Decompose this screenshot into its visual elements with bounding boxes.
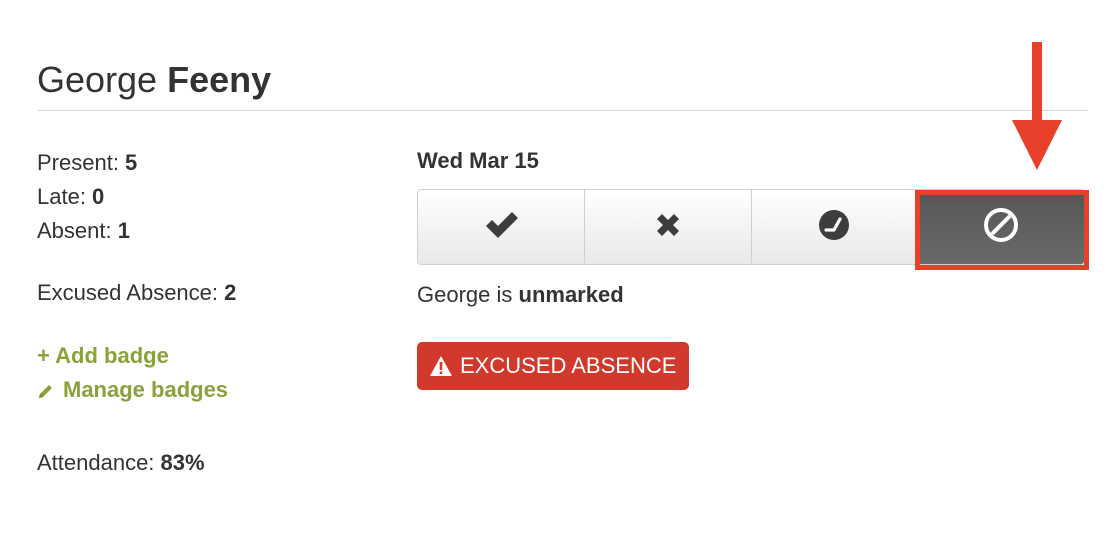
mark-absent-button[interactable] (584, 190, 752, 264)
late-label: Late: (37, 184, 93, 209)
badge-links: + Add badge Manage badges (37, 339, 228, 410)
attendance-label: Attendance: (37, 450, 161, 475)
excused-value: 2 (224, 280, 237, 305)
attendance-percentage: Attendance: 83% (37, 446, 205, 480)
pencil-icon (37, 376, 57, 410)
mark-present-button[interactable] (418, 190, 585, 264)
late-stat: Late: 0 (37, 180, 137, 214)
checkmark-icon (483, 210, 519, 245)
clock-icon (817, 208, 851, 247)
excused-badge-label: EXCUSED ABSENCE (460, 353, 677, 378)
excused-absence-badge: EXCUSED ABSENCE (417, 342, 690, 390)
excused-absence-stat: Excused Absence: 2 (37, 276, 236, 310)
attendance-stats: Present: 5 Late: 0 Absent: 1 (37, 146, 137, 248)
absent-stat: Absent: 1 (37, 214, 137, 248)
add-badge-link[interactable]: + Add badge (37, 339, 228, 373)
student-last-name: Feeny (167, 59, 272, 100)
warning-icon (429, 355, 453, 377)
status-prefix: George is (417, 282, 519, 307)
mark-late-button[interactable] (751, 190, 919, 264)
manage-badges-link[interactable]: Manage badges (37, 373, 228, 410)
student-name-heading: George Feeny (37, 58, 271, 102)
absent-value: 1 (117, 218, 130, 243)
student-status: George is unmarked (417, 278, 624, 312)
absent-label: Absent: (37, 218, 118, 243)
manage-badges-label: Manage badges (63, 377, 229, 402)
heading-divider (37, 110, 1088, 111)
attendance-value: 83% (160, 450, 205, 475)
present-value: 5 (125, 150, 138, 175)
x-icon (653, 210, 683, 245)
present-label: Present: (37, 150, 126, 175)
student-first-name: George (37, 59, 158, 100)
status-value: unmarked (518, 282, 624, 307)
late-value: 0 (92, 184, 105, 209)
present-stat: Present: 5 (37, 146, 137, 180)
annotation-highlight-box (915, 190, 1089, 270)
session-date: Wed Mar 15 (417, 148, 539, 173)
annotation-arrow-icon (1010, 42, 1064, 177)
excused-label: Excused Absence: (37, 280, 225, 305)
